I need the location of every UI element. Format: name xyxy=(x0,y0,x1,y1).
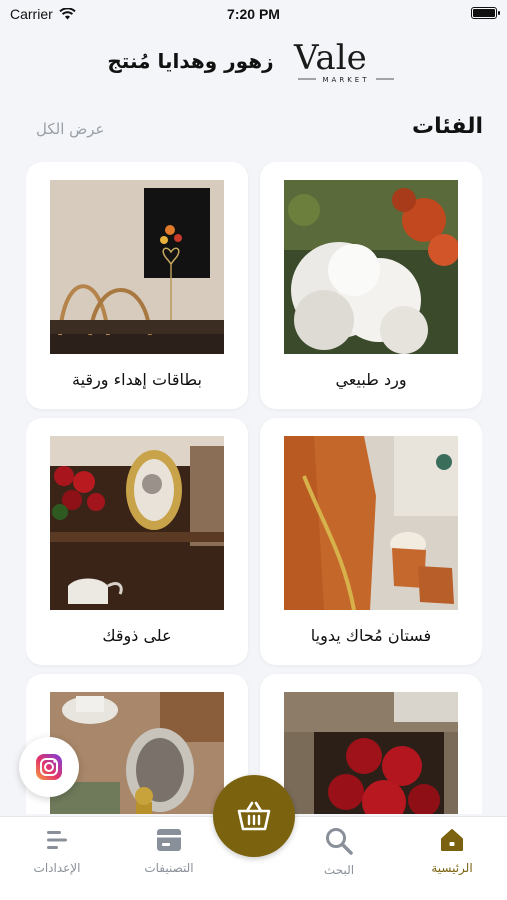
tea-set-image xyxy=(50,692,224,814)
category-card[interactable] xyxy=(260,674,482,814)
search-icon xyxy=(326,828,353,855)
nav-home-label: الرئيسية xyxy=(431,861,473,875)
basket-icon xyxy=(237,801,271,831)
brand-title: زهور وهدايا مُنتج xyxy=(107,49,274,73)
battery-icon xyxy=(471,7,500,19)
nav-home[interactable]: الرئيسية xyxy=(407,827,497,875)
logo-text: Vale xyxy=(293,38,367,78)
category-label: بطاقات إهداء ورقية xyxy=(72,370,202,389)
nav-categories-label: التصنيفات xyxy=(144,861,194,875)
instagram-icon xyxy=(36,754,62,780)
gift-card-image xyxy=(50,180,224,354)
logo-subtext: MARKET xyxy=(322,76,369,84)
categories-icon xyxy=(157,829,181,851)
knitted-dress-image xyxy=(284,436,458,610)
nav-search-label: البحث xyxy=(323,863,355,877)
category-image xyxy=(284,436,458,610)
vale-logo: Vale MARKET xyxy=(293,38,394,84)
instagram-button[interactable] xyxy=(19,737,79,797)
status-time: 7:20 PM xyxy=(227,6,280,22)
category-image xyxy=(50,436,224,610)
nav-categories[interactable]: التصنيفات xyxy=(124,827,214,875)
status-bar: Carrier 7:20 PM xyxy=(0,0,507,28)
home-icon xyxy=(441,829,463,851)
nav-search[interactable]: البحث xyxy=(294,827,384,877)
category-image xyxy=(284,692,458,814)
category-image xyxy=(50,692,224,814)
cart-button[interactable] xyxy=(213,775,295,857)
roses-frame-image xyxy=(50,436,224,610)
white-hydrangea-image xyxy=(284,180,458,354)
category-image xyxy=(284,180,458,354)
section-title: الفئات xyxy=(412,114,483,139)
category-card[interactable]: بطاقات إهداء ورقية xyxy=(26,162,248,409)
category-label: ورد طبيعي xyxy=(335,370,407,389)
app-header: زهور وهدايا مُنتج Vale MARKET xyxy=(0,30,507,92)
category-image xyxy=(50,180,224,354)
category-grid: ورد طبيعي بطاقات إهداء ورقية فستان مُحاك… xyxy=(26,162,482,814)
category-card[interactable]: على ذوقك xyxy=(26,418,248,665)
category-label: فستان مُحاك يدويا xyxy=(310,626,432,645)
category-card[interactable]: ورد طبيعي xyxy=(260,162,482,409)
nav-settings[interactable]: الإعدادات xyxy=(12,827,102,875)
nav-settings-label: الإعدادات xyxy=(33,861,81,875)
categories-section-header: الفئات عرض الكل xyxy=(30,112,483,148)
red-roses-image xyxy=(284,692,458,814)
category-label: على ذوقك xyxy=(102,626,172,645)
category-card[interactable]: فستان مُحاك يدويا xyxy=(260,418,482,665)
menu-lines-icon xyxy=(47,831,67,849)
see-all-link[interactable]: عرض الكل xyxy=(36,120,105,138)
